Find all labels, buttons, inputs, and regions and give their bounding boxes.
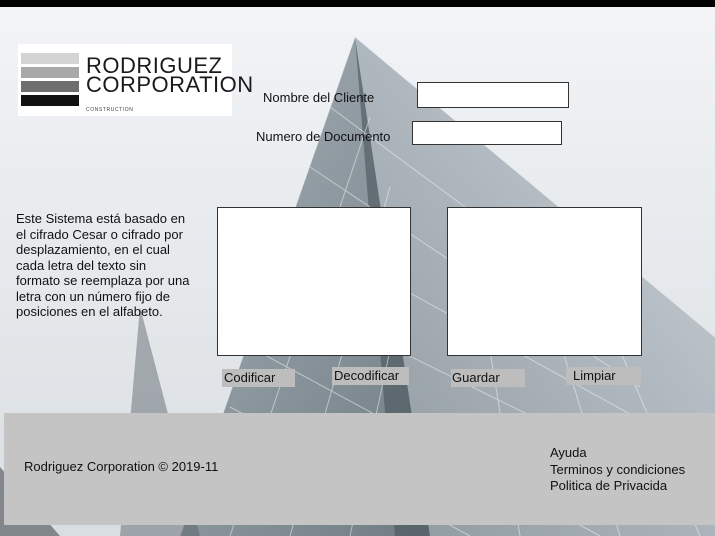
company-logo: RODRIGUEZ CORPORATION CONSTRUCTION — [18, 44, 253, 116]
clear-button-label: Limpiar — [573, 368, 616, 383]
footer: Rodriguez Corporation © 2019-11 Ayuda Te… — [4, 413, 715, 525]
logo-bar-4 — [21, 95, 79, 106]
clear-button[interactable]: Limpiar — [566, 367, 641, 385]
footer-links: Ayuda Terminos y condiciones Politica de… — [550, 445, 685, 495]
client-name-input[interactable] — [417, 82, 569, 108]
logo-text-line2: CORPORATION — [86, 72, 254, 97]
footer-link-help[interactable]: Ayuda — [550, 445, 685, 462]
encode-button-label: Codificar — [224, 370, 276, 385]
output-text-area[interactable] — [447, 207, 642, 356]
document-number-label: Numero de Documento — [256, 129, 391, 144]
logo-bar-3 — [21, 81, 79, 92]
footer-copyright: Rodriguez Corporation © 2019-11 — [24, 459, 219, 474]
logo-bar-1 — [21, 53, 79, 64]
cipher-description: Este Sistema está basado en el cifrado C… — [16, 211, 190, 319]
save-button[interactable]: Guardar — [451, 369, 525, 387]
logo-bar-2 — [21, 67, 79, 78]
decode-button-label: Decodificar — [334, 368, 400, 383]
encode-button[interactable]: Codificar — [222, 369, 295, 387]
footer-link-privacy[interactable]: Politica de Privacida — [550, 478, 685, 495]
top-bar — [0, 0, 715, 7]
decode-button[interactable]: Decodificar — [332, 367, 409, 385]
save-button-label: Guardar — [452, 370, 500, 385]
footer-link-terms[interactable]: Terminos y condiciones — [550, 462, 685, 479]
input-text-area[interactable] — [217, 207, 411, 356]
client-name-label: Nombre del Cliente — [263, 90, 375, 105]
logo-tagline: CONSTRUCTION — [86, 107, 134, 113]
document-number-input[interactable] — [412, 121, 562, 145]
